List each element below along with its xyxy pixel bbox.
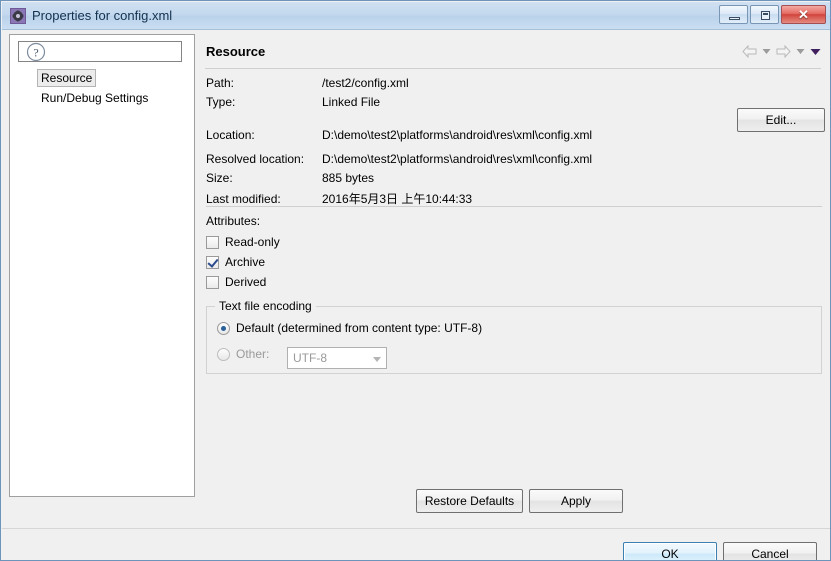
maximize-icon	[761, 11, 770, 20]
encoding-combobox[interactable]: UTF-8	[287, 347, 387, 369]
ok-button[interactable]: OK	[623, 542, 717, 560]
text-file-encoding-label: Text file encoding	[215, 299, 316, 313]
archive-checkbox[interactable]	[206, 255, 219, 269]
encoding-combobox-value: UTF-8	[293, 351, 327, 365]
property-label: Type:	[206, 95, 236, 109]
encoding-other-radio[interactable]	[217, 347, 230, 361]
property-value: Linked File	[322, 95, 381, 109]
attributes-section: Attributes: Read-only Archive Derived	[206, 214, 280, 292]
property-value: 2016年5月3日 上午10:44:33	[322, 192, 473, 206]
derived-checkbox[interactable]	[206, 275, 219, 289]
settings-tree-panel: Resource Run/Debug Settings	[9, 34, 195, 497]
property-label: Size:	[206, 171, 233, 185]
title-bar: Properties for config.xml ✕	[2, 2, 830, 30]
radio-row-encoding-default[interactable]: Default (determined from content type: U…	[217, 321, 482, 335]
encoding-default-radio[interactable]	[217, 321, 230, 335]
minimize-icon	[729, 17, 740, 20]
attributes-divider	[206, 206, 822, 207]
forward-arrow-icon[interactable]	[776, 45, 791, 58]
derived-label: Derived	[225, 275, 267, 289]
resource-page: Resource Path: /test2/config.xml Type: L…	[201, 34, 825, 497]
archive-label: Archive	[225, 255, 266, 269]
property-label: Resolved location:	[206, 152, 305, 166]
properties-gear-icon	[10, 8, 26, 24]
panel-sash[interactable]	[196, 34, 200, 497]
apply-button[interactable]: Apply	[529, 489, 623, 513]
read-only-label: Read-only	[225, 235, 280, 249]
properties-dialog-window: Properties for config.xml ✕ Resource Run…	[0, 0, 831, 561]
property-row-location: Location: D:\demo\test2\platforms\androi…	[206, 123, 822, 147]
sidebar-item-run-debug-settings[interactable]: Run/Debug Settings	[37, 89, 152, 107]
forward-dropdown-icon[interactable]	[796, 48, 805, 55]
cancel-button[interactable]: Cancel	[723, 542, 817, 560]
back-arrow-icon[interactable]	[742, 45, 757, 58]
dialog-body: Resource Run/Debug Settings Resource Pat…	[2, 30, 830, 560]
property-row-size: Size: 885 bytes	[206, 171, 822, 190]
property-row-resolved-location: Resolved location: D:\demo\test2\platfor…	[206, 152, 822, 171]
property-value: 885 bytes	[322, 171, 375, 185]
help-icon[interactable]: ?	[26, 42, 46, 62]
restore-defaults-button[interactable]: Restore Defaults	[416, 489, 523, 513]
close-icon: ✕	[798, 7, 809, 22]
radio-row-encoding-other[interactable]: Other: UTF-8	[217, 347, 387, 369]
checkbox-row-read-only[interactable]: Read-only	[206, 232, 280, 252]
text-file-encoding-group: Text file encoding Default (determined f…	[206, 299, 822, 374]
property-label: Last modified:	[206, 192, 281, 206]
property-label: Location:	[206, 128, 255, 142]
property-value: /test2/config.xml	[322, 76, 409, 90]
encoding-default-label: Default (determined from content type: U…	[236, 321, 483, 335]
property-value: D:\demo\test2\platforms\android\res\xml\…	[322, 152, 593, 166]
close-button[interactable]: ✕	[781, 5, 826, 24]
property-label: Path:	[206, 76, 235, 90]
property-row-type: Type: Linked File	[206, 95, 822, 114]
checkbox-row-archive[interactable]: Archive	[206, 252, 280, 272]
minimize-button[interactable]	[719, 5, 748, 24]
window-title: Properties for config.xml	[32, 8, 173, 23]
chevron-down-icon	[373, 357, 381, 362]
page-navigation-toolbar	[742, 45, 821, 58]
maximize-button[interactable]	[750, 5, 779, 24]
read-only-checkbox[interactable]	[206, 235, 219, 249]
edit-location-button[interactable]: Edit...	[737, 108, 825, 132]
property-value: D:\demo\test2\platforms\android\res\xml\…	[322, 128, 593, 142]
view-menu-icon[interactable]	[810, 48, 821, 56]
back-dropdown-icon[interactable]	[762, 48, 771, 55]
attributes-label: Attributes:	[206, 214, 261, 228]
svg-text:?: ?	[33, 46, 38, 60]
settings-tree-list: Resource Run/Debug Settings	[10, 68, 194, 108]
header-divider	[205, 68, 821, 69]
page-title: Resource	[206, 44, 266, 59]
resource-properties: Path: /test2/config.xml Type: Linked Fil…	[206, 76, 822, 209]
encoding-other-label: Other:	[236, 347, 270, 361]
sidebar-item-resource[interactable]: Resource	[37, 69, 97, 87]
window-controls: ✕	[719, 5, 826, 24]
property-row-path: Path: /test2/config.xml	[206, 76, 822, 95]
checkbox-row-derived[interactable]: Derived	[206, 272, 280, 292]
